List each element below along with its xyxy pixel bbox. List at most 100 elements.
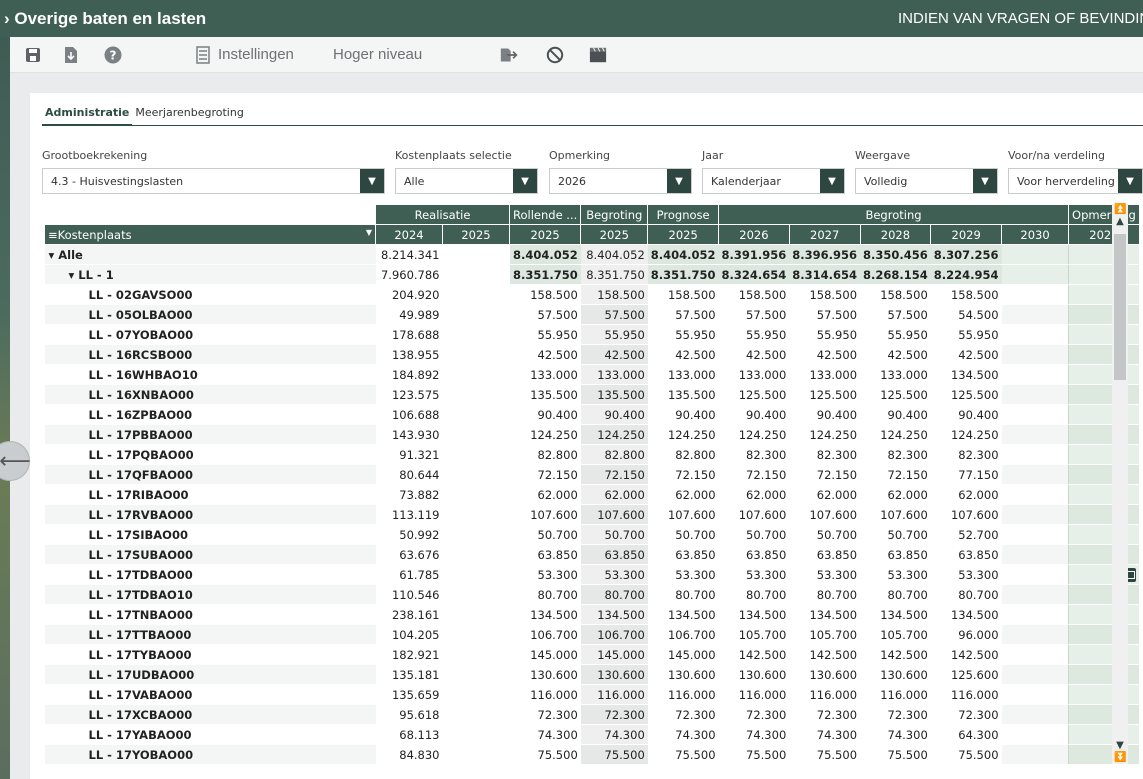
value-cell[interactable]: 42.500 (647, 344, 719, 365)
chevron-down-icon[interactable]: ▼ (973, 169, 997, 193)
value-cell[interactable]: 57.500 (860, 304, 931, 325)
value-cell[interactable] (1001, 324, 1069, 345)
value-cell[interactable]: 72.300 (718, 704, 790, 725)
kostenplaats-cell[interactable]: LL - 07YOBAO00 (44, 324, 376, 345)
value-cell[interactable]: 80.700 (509, 584, 581, 605)
sort-down-icon[interactable]: ▼ (366, 228, 372, 237)
value-cell[interactable]: 134.500 (860, 604, 931, 625)
value-cell[interactable]: 107.600 (509, 504, 581, 525)
value-cell[interactable] (1001, 544, 1069, 565)
value-cell[interactable] (1001, 704, 1069, 725)
kostenplaats-cell[interactable]: LL - 17QFBAO00 (44, 464, 376, 485)
value-cell[interactable]: 145.000 (647, 644, 719, 665)
table-row[interactable]: LL - 17SUBAO00 63.676 63.850 63.850 63.850 63… (44, 544, 1140, 565)
opmerking-cell[interactable] (1068, 304, 1140, 325)
value-cell[interactable]: 75.500 (789, 744, 861, 765)
value-cell[interactable]: 116.000 (580, 684, 648, 705)
value-cell[interactable] (1001, 684, 1069, 705)
value-cell[interactable]: 74.300 (509, 724, 581, 745)
value-cell[interactable]: 62.000 (930, 484, 1002, 505)
table-row[interactable]: LL - 17YABAO00 68.113 74.300 74.300 74.300 74… (44, 724, 1140, 745)
value-cell[interactable]: 42.500 (509, 344, 581, 365)
value-cell[interactable]: 107.600 (580, 504, 648, 525)
value-cell[interactable]: 72.150 (860, 464, 931, 485)
value-cell[interactable]: 107.600 (718, 504, 790, 525)
tab-administratie[interactable]: Administratie (42, 106, 133, 126)
value-cell[interactable]: 90.400 (647, 404, 719, 425)
value-cell[interactable]: 53.300 (930, 564, 1002, 585)
value-cell[interactable]: 116.000 (789, 684, 861, 705)
value-cell[interactable]: 42.500 (860, 344, 931, 365)
value-cell[interactable]: 158.500 (580, 284, 648, 305)
value-cell[interactable] (1001, 524, 1069, 545)
value-cell[interactable]: 72.150 (509, 464, 581, 485)
table-row[interactable]: LL - 17TDBAO00 61.785 53.300 53.300 53.300 53… (44, 564, 1140, 585)
value-cell[interactable]: 124.250 (580, 424, 648, 445)
clapper-icon[interactable] (589, 46, 607, 64)
value-cell[interactable]: 75.500 (860, 744, 931, 765)
value-cell[interactable]: 57.500 (509, 304, 581, 325)
opmerking-cell[interactable] (1068, 264, 1140, 285)
opmerking-cell[interactable] (1068, 344, 1140, 365)
value-cell[interactable] (1001, 624, 1069, 645)
value-cell[interactable]: 77.150 (930, 464, 1002, 485)
table-row[interactable]: LL - 17PBBAO00 143.930 124.250 124.250 124.2… (44, 424, 1140, 445)
value-cell[interactable] (1001, 504, 1069, 525)
value-cell[interactable]: 134.500 (718, 604, 790, 625)
opmerking-cell[interactable] (1068, 424, 1140, 445)
value-cell[interactable]: 8.324.654 (718, 264, 790, 285)
value-cell[interactable]: 90.400 (718, 404, 790, 425)
value-cell[interactable]: 133.000 (718, 364, 790, 385)
value-cell[interactable]: 55.950 (647, 324, 719, 345)
value-cell[interactable]: 80.700 (789, 584, 861, 605)
value-cell[interactable]: 124.250 (509, 424, 581, 445)
value-cell[interactable]: 82.800 (580, 444, 648, 465)
year-header[interactable]: 2028 (859, 224, 932, 245)
year-header[interactable]: 2025 (580, 224, 649, 245)
value-cell[interactable]: 62.000 (718, 484, 790, 505)
kostenplaats-cell[interactable]: LL - 16XNBAO00 (44, 384, 376, 405)
cancel-icon[interactable] (546, 46, 564, 64)
exit-document-icon[interactable] (500, 46, 518, 64)
scroll-bottom-icon[interactable]: ⏬ (1114, 752, 1126, 764)
value-cell[interactable]: 55.950 (789, 324, 861, 345)
value-cell[interactable]: 53.300 (509, 564, 581, 585)
value-cell[interactable] (1001, 304, 1069, 325)
opmerking-cell[interactable] (1068, 664, 1140, 685)
scroll-top-icon[interactable]: ⏫ (1114, 204, 1126, 216)
opmerking-cell[interactable] (1068, 464, 1140, 485)
table-row[interactable]: LL - 17VABAO00 135.659 116.000 116.000 116.0… (44, 684, 1140, 705)
value-cell[interactable]: 105.700 (860, 624, 931, 645)
value-cell[interactable]: 75.500 (647, 744, 719, 765)
value-cell[interactable]: 53.300 (718, 564, 790, 585)
value-cell[interactable]: 63.850 (860, 544, 931, 565)
chevron-down-icon[interactable]: ▼ (513, 169, 537, 193)
opmerking-cell[interactable] (1068, 324, 1140, 345)
kostenplaats-cell[interactable]: LL - 16WHBAO10 (44, 364, 376, 385)
value-cell[interactable]: 158.500 (647, 284, 719, 305)
opmerking-cell[interactable] (1068, 244, 1140, 265)
value-cell[interactable]: 8.404.052 (580, 244, 648, 265)
value-cell[interactable] (1001, 664, 1069, 685)
verdeling-select[interactable]: Voor herverdeling ▼ (1008, 168, 1143, 194)
back-button[interactable]: ⟵ (0, 441, 31, 481)
table-row[interactable]: LL - 16ZPBAO00 106.688 90.400 90.400 90.400 9… (44, 404, 1140, 425)
value-cell[interactable]: 8.404.052 (647, 244, 719, 265)
table-row[interactable]: LL - 17TNBAO00 238.161 134.500 134.500 134.5… (44, 604, 1140, 625)
table-row[interactable]: LL - 17TYBAO00 182.921 145.000 145.000 145.0… (44, 644, 1140, 665)
value-cell[interactable]: 158.500 (789, 284, 861, 305)
kostenplaats-cell[interactable]: LL - 17SIBAO00 (44, 524, 376, 545)
value-cell[interactable]: 135.500 (647, 384, 719, 405)
value-cell[interactable]: 80.700 (647, 584, 719, 605)
table-row[interactable]: LL - 17UDBAO00 135.181 130.600 130.600 130.6… (44, 664, 1140, 685)
value-cell[interactable]: 75.500 (580, 744, 648, 765)
opmerking-cell[interactable] (1068, 644, 1140, 665)
kostenplaats-cell[interactable]: LL - 17TYBAO00 (44, 644, 376, 665)
value-cell[interactable]: 57.500 (647, 304, 719, 325)
value-cell[interactable]: 8.351.750 (509, 264, 581, 285)
value-cell[interactable]: 42.500 (718, 344, 790, 365)
value-cell[interactable] (1001, 464, 1069, 485)
value-cell[interactable]: 64.300 (930, 724, 1002, 745)
opmerking-cell[interactable] (1068, 484, 1140, 505)
value-cell[interactable]: 130.600 (580, 664, 648, 685)
